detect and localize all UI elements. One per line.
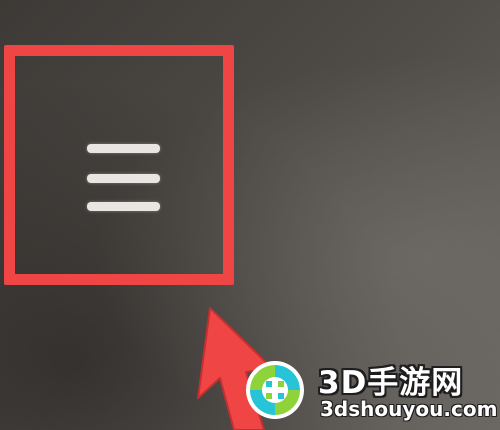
watermark-title: 3D手游网 xyxy=(318,365,464,401)
hamburger-menu-line xyxy=(87,202,160,211)
hamburger-menu-line xyxy=(87,174,160,183)
watermark-url: 3dshouyou.com xyxy=(320,397,498,421)
menu-button[interactable] xyxy=(72,130,172,225)
3dshouyou-logo-icon xyxy=(246,361,304,419)
watermark: 3D手游网 3dshouyou.com xyxy=(240,355,498,427)
hamburger-menu-icon xyxy=(87,144,160,153)
